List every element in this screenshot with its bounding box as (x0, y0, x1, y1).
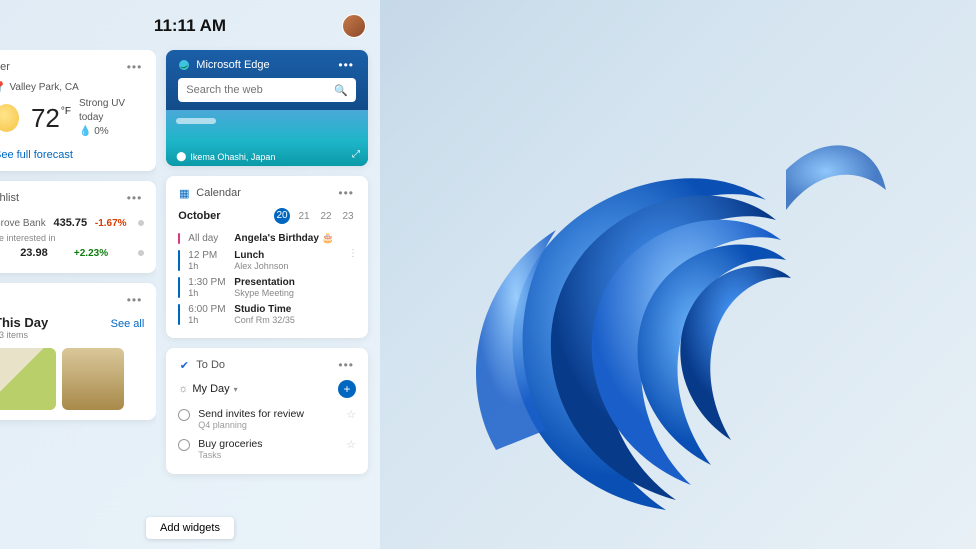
event-location: Skype Meeting (234, 288, 295, 298)
add-widgets-button[interactable]: Add widgets (146, 517, 234, 539)
scroll-dots-icon: ⋮ (348, 248, 358, 259)
event-color-bar (178, 277, 180, 298)
todo-label: To Do (196, 359, 330, 371)
event-title: Angela's Birthday 🎂 (234, 233, 334, 244)
location-pin-icon: ⬤ (176, 151, 186, 162)
photo-thumbnail[interactable] (62, 348, 124, 410)
calendar-day[interactable]: 22 (318, 211, 334, 222)
stock-row[interactable]: 23.98 +2.23% (0, 243, 144, 263)
calendar-nav: October 20 21 22 23 (178, 208, 356, 224)
photo-thumbnail[interactable] (0, 348, 56, 410)
panel-header: 11:11 AM (12, 10, 368, 42)
calendar-day-current[interactable]: 20 (274, 208, 290, 224)
more-icon[interactable]: ••• (336, 186, 356, 200)
star-icon[interactable]: ☆ (346, 438, 356, 451)
photos-count: 33 items (0, 330, 48, 340)
image-caption: ⬤ Ikema Ohashi, Japan (176, 151, 275, 162)
search-input[interactable] (186, 84, 328, 96)
event-title: Studio Time (234, 304, 295, 315)
sun-icon (0, 104, 19, 132)
todo-icon: ✔ (178, 359, 190, 371)
task-row[interactable]: Send invites for reviewQ4 planning ☆ (178, 404, 356, 434)
wallpaper-bloom (416, 30, 916, 530)
chevron-down-icon: ▾ (234, 385, 238, 394)
calendar-day[interactable]: 23 (340, 211, 356, 222)
star-icon[interactable]: ☆ (346, 408, 356, 421)
stock-row[interactable]: Brove Bank 435.75 -1.67% (0, 213, 144, 233)
event-time: All day (188, 233, 226, 244)
calendar-widget[interactable]: ▦ Calendar ••• October 20 21 22 23 All d… (166, 176, 368, 338)
see-forecast-link[interactable]: See full forecast (0, 149, 73, 161)
event-time: 12 PM1h (188, 250, 226, 271)
calendar-event[interactable]: 6:00 PM1h Studio TimeConf Rm 32/35 (178, 301, 356, 328)
task-title: Send invites for review (198, 408, 338, 420)
interest-hint: be interested in (0, 233, 144, 243)
edge-image[interactable]: ⬤ Ikema Ohashi, Japan ⤢ (166, 110, 368, 166)
more-icon[interactable]: ••• (125, 60, 145, 74)
temperature: 72°F (31, 103, 71, 134)
event-location: Conf Rm 32/35 (234, 315, 295, 325)
calendar-icon: ▦ (178, 187, 190, 199)
event-color-bar (178, 304, 180, 325)
watchlist-label: chlist (0, 192, 119, 204)
precip-text: 💧 0% (79, 125, 144, 139)
photos-widget[interactable]: s ••• This Day 33 items See all (0, 283, 156, 420)
edge-icon (178, 59, 190, 71)
edge-label: Microsoft Edge (196, 59, 330, 71)
see-all-link[interactable]: See all (111, 318, 145, 330)
event-title: Presentation (234, 277, 295, 288)
weather-widget[interactable]: her ••• 📍 Valley Park, CA 72°F Strong UV… (0, 50, 156, 171)
watchlist-widget[interactable]: chlist ••• Brove Bank 435.75 -1.67% be i… (0, 181, 156, 273)
more-icon[interactable]: ••• (336, 358, 356, 372)
event-time: 6:00 PM1h (188, 304, 226, 325)
calendar-month: October (178, 210, 268, 222)
clock: 11:11 AM (154, 16, 226, 36)
status-dot (138, 220, 144, 226)
event-color-bar (178, 233, 180, 244)
calendar-day[interactable]: 21 (296, 211, 312, 222)
expand-icon[interactable]: ⤢ (352, 149, 360, 160)
edge-widget[interactable]: Microsoft Edge ••• 🔍 ⬤ Ikema Ohashi, Jap… (166, 50, 368, 166)
add-task-button[interactable]: + (338, 380, 356, 398)
event-location: Alex Johnson (234, 261, 288, 271)
task-list-name: Tasks (198, 450, 338, 460)
status-dot (138, 250, 144, 256)
event-time: 1:30 PM1h (188, 277, 226, 298)
photos-title: This Day (0, 315, 48, 330)
task-title: Buy groceries (198, 438, 338, 450)
todo-widget[interactable]: ✔ To Do ••• ☼ My Day ▾ + Send invites fo… (166, 348, 368, 474)
calendar-label: Calendar (196, 187, 330, 199)
weather-location: 📍 Valley Park, CA (0, 82, 144, 93)
widgets-panel: 11:11 AM her ••• 📍 Valley Park, CA 72°F (0, 0, 380, 549)
search-box[interactable]: 🔍 (178, 78, 356, 102)
sun-icon: ☼ (178, 383, 188, 395)
more-icon[interactable]: ••• (125, 293, 145, 307)
task-checkbox[interactable] (178, 439, 190, 451)
task-list-name: Q4 planning (198, 420, 338, 430)
uv-text: Strong UV today (79, 97, 144, 125)
user-avatar[interactable] (342, 14, 366, 38)
event-color-bar (178, 250, 180, 271)
task-checkbox[interactable] (178, 409, 190, 421)
calendar-event[interactable]: All day Angela's Birthday 🎂 (178, 230, 356, 247)
location-pin-icon: 📍 (0, 82, 6, 93)
weather-label: her (0, 61, 119, 73)
task-row[interactable]: Buy groceriesTasks ☆ (178, 434, 356, 464)
todo-list-selector[interactable]: ☼ My Day ▾ (178, 383, 237, 395)
more-icon[interactable]: ••• (125, 191, 145, 205)
more-icon[interactable]: ••• (336, 58, 356, 72)
calendar-event[interactable]: 1:30 PM1h PresentationSkype Meeting (178, 274, 356, 301)
calendar-event[interactable]: 12 PM1h LunchAlex Johnson (178, 247, 356, 274)
event-title: Lunch (234, 250, 288, 261)
search-icon[interactable]: 🔍 (334, 84, 348, 97)
